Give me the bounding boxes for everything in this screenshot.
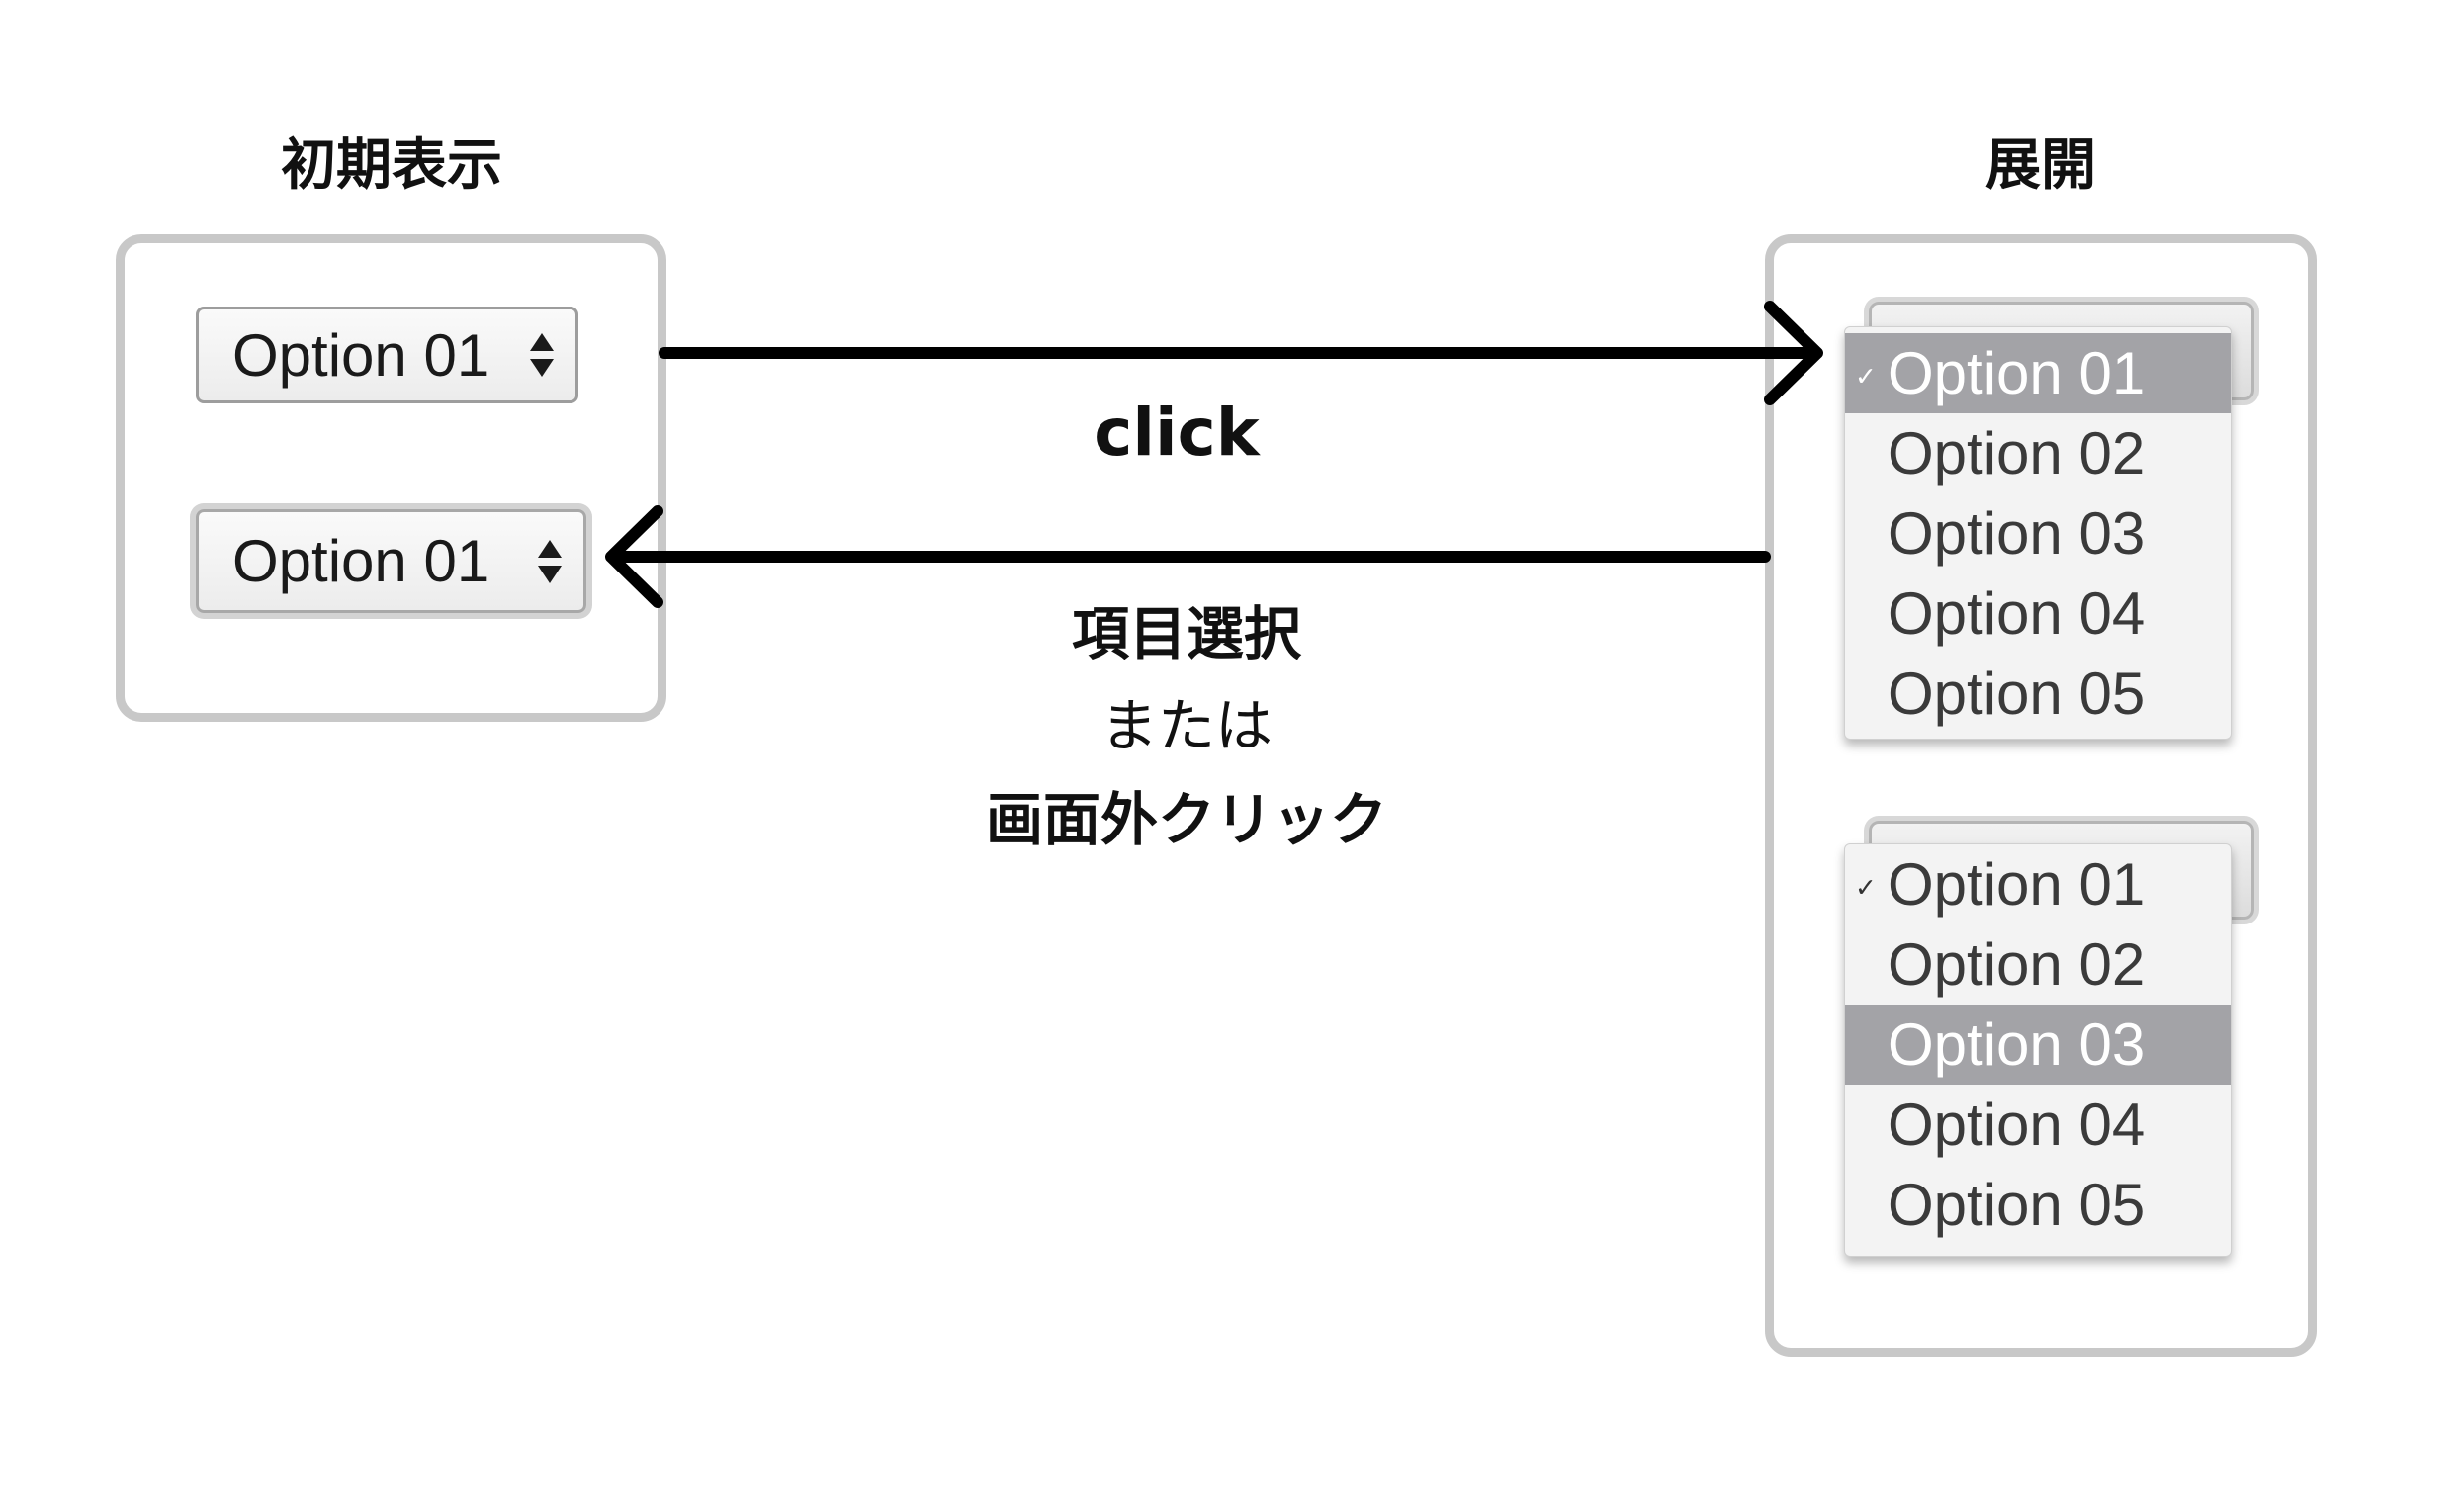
menu-option-label: Option 01 <box>1888 340 2146 406</box>
select-item-label: 項目選択 <box>1071 600 1301 667</box>
up-down-arrows-icon <box>522 333 562 377</box>
checkmark-icon: ✓ <box>1855 361 1877 392</box>
menu-option[interactable]: Option 05 <box>1845 1165 2231 1245</box>
checkmark-icon: ✓ <box>1855 872 1877 903</box>
menu-option-label: Option 05 <box>1888 660 2146 727</box>
initial-display-title: 初期表示 <box>281 133 502 198</box>
or-label: または <box>1100 692 1273 759</box>
click-label: click <box>1094 395 1260 471</box>
menu-option[interactable]: Option 02 <box>1845 924 2231 1005</box>
menu-option[interactable]: Option 03 <box>1845 1005 2231 1085</box>
menu-option[interactable]: Option 04 <box>1845 1085 2231 1165</box>
menu-option[interactable]: ✓ Option 01 <box>1845 844 2231 924</box>
menu-option-label: Option 05 <box>1888 1172 2146 1238</box>
menu-option[interactable]: Option 02 <box>1845 413 2231 493</box>
dropdown-menu-bottom: ✓ Option 01 Option 02 Option 03 Option 04 Opt… <box>1844 843 2232 1257</box>
menu-option-label: Option 01 <box>1888 851 2146 918</box>
dropdown-menu-top: ✓ Option 01 Option 02 Option 03 Option 04 Opt… <box>1844 326 2232 740</box>
collapsed-select-focused[interactable]: Option 01 <box>196 509 586 613</box>
menu-option-label: Option 03 <box>1888 500 2146 567</box>
select-value: Option 01 <box>232 528 490 594</box>
menu-option-label: Option 02 <box>1888 931 2146 998</box>
click-outside-label: 画面外クリック <box>985 786 1387 853</box>
menu-option-label: Option 02 <box>1888 420 2146 486</box>
select-value: Option 01 <box>232 321 490 389</box>
menu-option-label: Option 04 <box>1888 1092 2146 1158</box>
expanded-title: 展開 <box>1985 133 2096 198</box>
up-down-arrows-icon <box>530 539 570 583</box>
menu-option[interactable]: Option 03 <box>1845 493 2231 573</box>
menu-option[interactable]: Option 04 <box>1845 573 2231 654</box>
menu-option-label: Option 04 <box>1888 580 2146 647</box>
menu-option-label: Option 03 <box>1888 1011 2146 1078</box>
menu-option[interactable]: Option 05 <box>1845 654 2231 734</box>
menu-option[interactable]: ✓ Option 01 <box>1845 333 2231 413</box>
collapsed-select-default[interactable]: Option 01 <box>196 307 578 403</box>
